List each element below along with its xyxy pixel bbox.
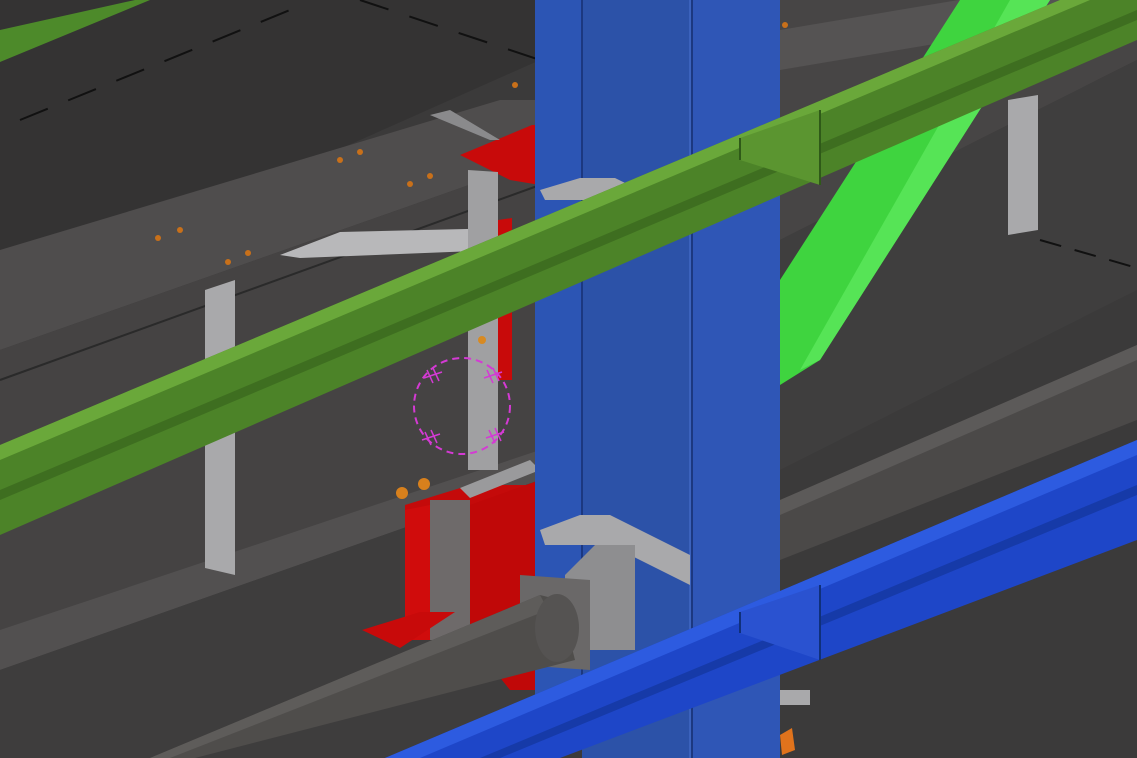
bolt-icon[interactable] xyxy=(418,478,430,490)
bolt-icon[interactable] xyxy=(357,149,363,155)
bolt-icon[interactable] xyxy=(225,259,231,265)
column-base-plate[interactable] xyxy=(780,690,810,705)
stiffener-plate-right[interactable] xyxy=(1008,95,1038,235)
model-scene[interactable] xyxy=(0,0,1137,758)
bolt-icon[interactable] xyxy=(782,22,788,28)
bolt-icon[interactable] xyxy=(427,173,433,179)
pipe-end-cap[interactable] xyxy=(535,594,579,662)
bolt-icon[interactable] xyxy=(512,82,518,88)
bolt-icon[interactable] xyxy=(155,235,161,241)
model-viewport[interactable] xyxy=(0,0,1137,758)
bolt-icon[interactable] xyxy=(337,157,343,163)
bolt-icon[interactable] xyxy=(245,250,251,256)
bolt-icon[interactable] xyxy=(177,227,183,233)
bolt-icon[interactable] xyxy=(407,181,413,187)
bolt-icon[interactable] xyxy=(396,487,408,499)
bolt-icon[interactable] xyxy=(478,336,486,344)
